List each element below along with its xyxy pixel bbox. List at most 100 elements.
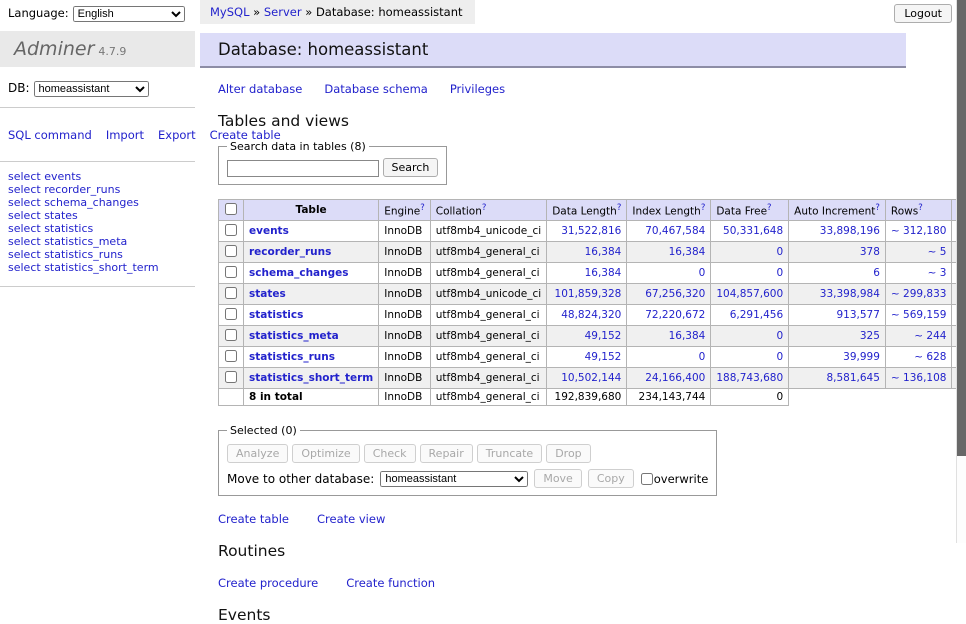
- auto-increment-link[interactable]: 33,898,196: [820, 225, 880, 237]
- rows-estimate-link[interactable]: ~ 312,180: [891, 225, 947, 237]
- scrollbar-thumb[interactable]: [957, 0, 966, 456]
- row-checkbox[interactable]: [225, 329, 237, 341]
- index-length-link[interactable]: 24,166,400: [645, 372, 705, 384]
- rows-estimate-link[interactable]: ~ 5: [928, 246, 947, 258]
- create-function-link[interactable]: Create function: [346, 576, 435, 590]
- auto-increment-link[interactable]: 33,398,984: [820, 288, 880, 300]
- auto-increment-link[interactable]: 39,999: [843, 351, 880, 363]
- analyze-button[interactable]: Analyze: [227, 444, 288, 463]
- help-link[interactable]: ?: [420, 203, 425, 213]
- sql-command-link[interactable]: SQL command: [8, 128, 92, 142]
- truncate-button[interactable]: Truncate: [477, 444, 542, 463]
- auto-increment-link[interactable]: 325: [860, 330, 880, 342]
- data-length-link[interactable]: 16,384: [585, 246, 622, 258]
- data-free-link[interactable]: 0: [776, 267, 783, 279]
- table-name-link[interactable]: statistics_runs: [249, 351, 335, 363]
- index-length-link[interactable]: 0: [699, 267, 706, 279]
- privileges-link[interactable]: Privileges: [450, 82, 505, 96]
- database-schema-link[interactable]: Database schema: [324, 82, 427, 96]
- index-length-link[interactable]: 16,384: [669, 330, 706, 342]
- auto-increment-link[interactable]: 8,581,645: [826, 372, 879, 384]
- row-checkbox[interactable]: [225, 245, 237, 257]
- breadcrumb-server-link[interactable]: Server: [264, 5, 302, 19]
- select-link[interactable]: select: [8, 261, 41, 274]
- sidebar-table-link[interactable]: statistics_meta: [44, 235, 127, 248]
- table-name-link[interactable]: schema_changes: [249, 267, 349, 279]
- data-free-link[interactable]: 104,857,600: [716, 288, 783, 300]
- create-procedure-link[interactable]: Create procedure: [218, 576, 318, 590]
- data-free-link[interactable]: 0: [776, 351, 783, 363]
- index-length-link[interactable]: 16,384: [669, 246, 706, 258]
- select-link[interactable]: select: [8, 209, 41, 222]
- index-length-link[interactable]: 0: [699, 351, 706, 363]
- auto-increment-link[interactable]: 913,577: [837, 309, 880, 321]
- rows-estimate-link[interactable]: ~ 628: [914, 351, 946, 363]
- select-link[interactable]: select: [8, 222, 41, 235]
- repair-button[interactable]: Repair: [420, 444, 473, 463]
- sidebar-table-link[interactable]: statistics: [44, 222, 93, 235]
- optimize-button[interactable]: Optimize: [292, 444, 359, 463]
- help-link[interactable]: ?: [767, 203, 772, 213]
- select-link[interactable]: select: [8, 183, 41, 196]
- create-view-link[interactable]: Create view: [317, 512, 385, 526]
- help-link[interactable]: ?: [482, 203, 487, 213]
- search-input[interactable]: [227, 160, 379, 177]
- help-link[interactable]: ?: [875, 203, 880, 213]
- table-name-link[interactable]: statistics_meta: [249, 330, 339, 342]
- table-name-link[interactable]: events: [249, 225, 289, 237]
- sidebar-table-link[interactable]: statistics_runs: [44, 248, 123, 261]
- data-length-link[interactable]: 31,522,816: [561, 225, 621, 237]
- data-length-link[interactable]: 49,152: [585, 351, 622, 363]
- auto-increment-link[interactable]: 378: [860, 246, 880, 258]
- language-select[interactable]: English: [73, 6, 185, 22]
- table-name-link[interactable]: statistics_short_term: [249, 372, 373, 384]
- data-length-link[interactable]: 48,824,320: [561, 309, 621, 321]
- row-checkbox[interactable]: [225, 371, 237, 383]
- rows-estimate-link[interactable]: ~ 244: [914, 330, 946, 342]
- breadcrumb-mysql-link[interactable]: MySQL: [210, 5, 250, 19]
- sidebar-table-link[interactable]: schema_changes: [44, 196, 139, 209]
- create-table-link-sidebar[interactable]: Create table: [210, 128, 281, 142]
- create-table-link[interactable]: Create table: [218, 512, 289, 526]
- index-length-link[interactable]: 67,256,320: [645, 288, 705, 300]
- table-name-link[interactable]: recorder_runs: [249, 246, 331, 258]
- sidebar-table-link[interactable]: states: [44, 209, 78, 222]
- check-button[interactable]: Check: [364, 444, 416, 463]
- table-name-link[interactable]: statistics: [249, 309, 303, 321]
- row-checkbox[interactable]: [225, 266, 237, 278]
- move-button[interactable]: Move: [534, 469, 582, 488]
- app-version[interactable]: 4.7.9: [98, 45, 126, 58]
- logout-button[interactable]: Logout: [894, 4, 952, 23]
- data-free-link[interactable]: 0: [776, 246, 783, 258]
- rows-estimate-link[interactable]: ~ 136,108: [891, 372, 947, 384]
- rows-estimate-link[interactable]: ~ 569,159: [891, 309, 947, 321]
- copy-button[interactable]: Copy: [588, 469, 634, 488]
- index-length-link[interactable]: 72,220,672: [645, 309, 705, 321]
- table-name-link[interactable]: states: [249, 288, 286, 300]
- data-free-link[interactable]: 0: [776, 330, 783, 342]
- data-length-link[interactable]: 49,152: [585, 330, 622, 342]
- select-all-checkbox[interactable]: [225, 203, 237, 215]
- auto-increment-link[interactable]: 6: [873, 267, 880, 279]
- db-select[interactable]: homeassistant: [34, 81, 149, 97]
- move-db-select[interactable]: homeassistant: [380, 471, 528, 487]
- help-link[interactable]: ?: [701, 203, 706, 213]
- drop-button[interactable]: Drop: [546, 444, 590, 463]
- rows-estimate-link[interactable]: ~ 3: [928, 267, 947, 279]
- row-checkbox[interactable]: [225, 224, 237, 236]
- sidebar-table-link[interactable]: statistics_short_term: [44, 261, 158, 274]
- row-checkbox[interactable]: [225, 308, 237, 320]
- rows-estimate-link[interactable]: ~ 299,833: [891, 288, 947, 300]
- export-link[interactable]: Export: [158, 128, 196, 142]
- select-link[interactable]: select: [8, 248, 41, 261]
- data-free-link[interactable]: 6,291,456: [730, 309, 783, 321]
- data-length-link[interactable]: 101,859,328: [555, 288, 622, 300]
- sidebar-table-link[interactable]: events: [44, 170, 81, 183]
- data-free-link[interactable]: 188,743,680: [716, 372, 783, 384]
- select-link[interactable]: select: [8, 170, 41, 183]
- row-checkbox[interactable]: [225, 350, 237, 362]
- alter-database-link[interactable]: Alter database: [218, 82, 302, 96]
- help-link[interactable]: ?: [617, 203, 622, 213]
- data-length-link[interactable]: 16,384: [585, 267, 622, 279]
- index-length-link[interactable]: 70,467,584: [645, 225, 705, 237]
